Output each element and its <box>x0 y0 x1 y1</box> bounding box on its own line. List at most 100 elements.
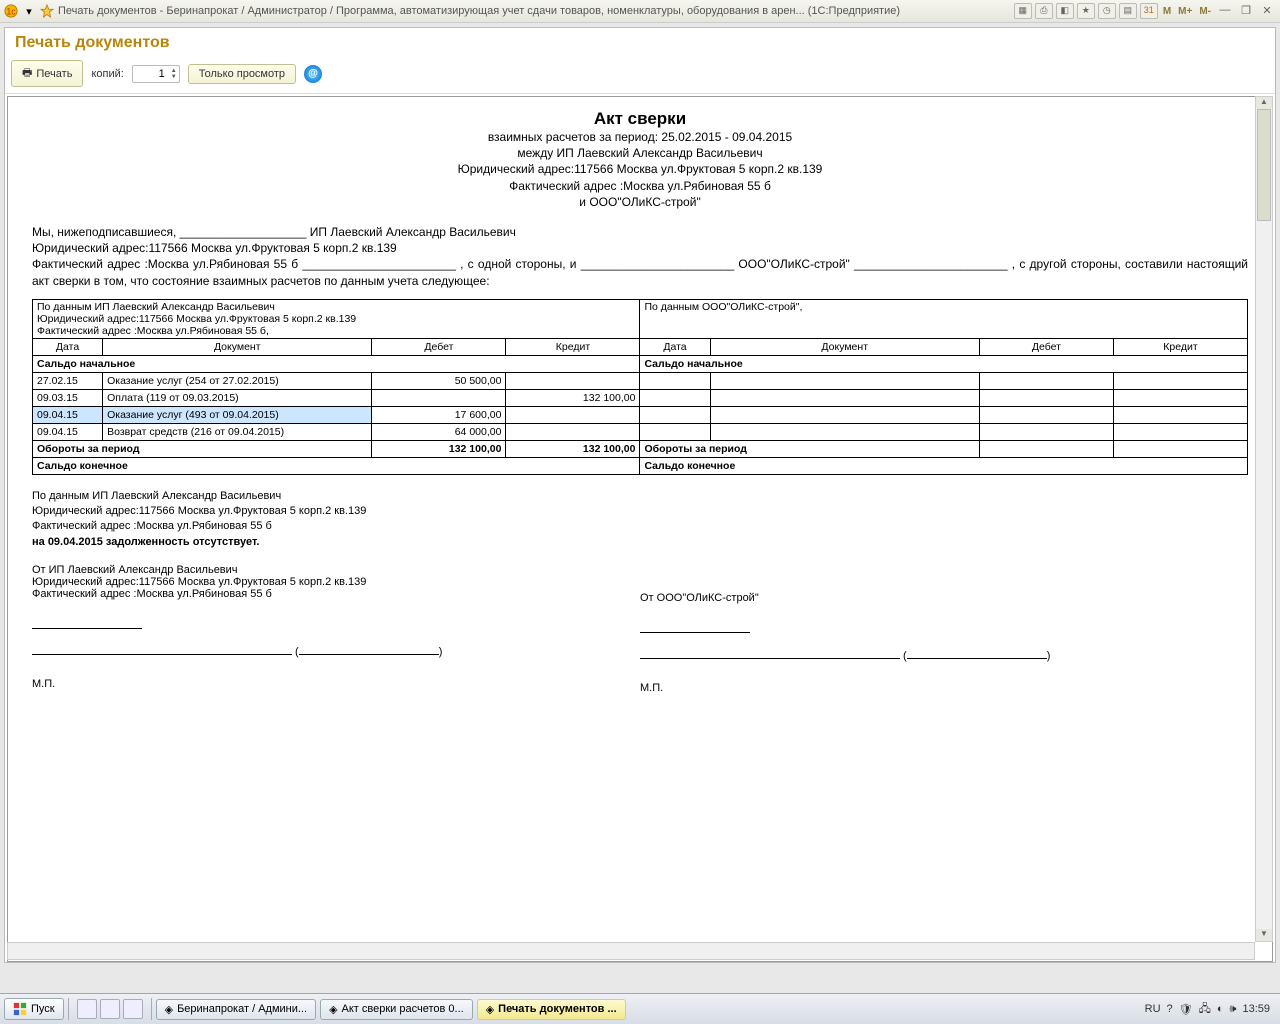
cell-date: 09.03.15 <box>33 389 103 406</box>
tray-icon[interactable]: ◐ <box>1217 1003 1224 1015</box>
app-icon: 1c <box>4 4 18 18</box>
print-button[interactable]: 🖶 Печать <box>11 60 83 87</box>
toolbar-icon-3[interactable]: ◧ <box>1056 3 1074 19</box>
scroll-down-icon[interactable]: ▼ <box>1256 929 1272 941</box>
from-right: От ООО"ОЛиКС-строй" <box>640 592 1248 604</box>
minimize-button[interactable]: — <box>1216 4 1234 18</box>
print-label: Печать <box>36 68 72 80</box>
close-button[interactable]: ✕ <box>1258 4 1276 18</box>
toolbar: 🖶 Печать копий: ▲▼ Только просмотр @ <box>5 58 1275 94</box>
quick-launch-item[interactable] <box>100 999 120 1019</box>
turnover-label-l: Обороты за период <box>33 440 372 457</box>
para-a: Мы, нижеподписавшиеся, _________________… <box>32 224 1248 240</box>
quick-launch-item[interactable] <box>123 999 143 1019</box>
copies-input[interactable] <box>133 66 169 82</box>
foot-1: По данным ИП Лаевский Александр Васильев… <box>32 489 1248 504</box>
cell-debit: 17 600,00 <box>372 406 506 423</box>
toolbar-icon-1[interactable]: ▦ <box>1014 3 1032 19</box>
app-icon-small: ◈ <box>486 1003 494 1016</box>
doc-line-1: взаимных расчетов за период: 25.02.2015 … <box>20 129 1260 145</box>
cell-credit: 132 100,00 <box>506 389 640 406</box>
col-doc-r: Документ <box>710 338 979 355</box>
intro-paragraph: Мы, нижеподписавшиеся, _________________… <box>32 224 1248 289</box>
cell-date: 09.04.15 <box>33 406 103 423</box>
cell-doc: Оплата (119 от 09.03.2015) <box>103 389 372 406</box>
star-icon-2[interactable]: ★ <box>1077 3 1095 19</box>
tray-volume-icon[interactable]: 🕪 <box>1230 1003 1237 1016</box>
tray-network-icon[interactable]: 🖧 <box>1199 1000 1211 1019</box>
cell-doc: Возврат средств (216 от 09.04.2015) <box>103 423 372 440</box>
cell-debit: 50 500,00 <box>372 372 506 389</box>
document-canvas[interactable]: Акт сверки взаимных расчетов за период: … <box>7 96 1273 962</box>
cell-doc: Оказание услуг (493 от 09.04.2015) <box>103 406 372 423</box>
taskbar: Пуск ◈Беринапрокат / Админи... ◈Акт свер… <box>0 993 1280 1024</box>
table-row[interactable]: 09.04.15 Возврат средств (216 от 09.04.2… <box>33 423 1248 440</box>
tray-shield-icon[interactable]: 🛡 <box>1179 1003 1193 1016</box>
scroll-up-icon[interactable]: ▲ <box>1256 97 1272 109</box>
titlebar-actions: ▦ ⎙ ◧ ★ ◷ ▤ 31 M M+ M- — ❐ ✕ <box>1014 3 1276 19</box>
clock[interactable]: 13:59 <box>1242 1003 1270 1015</box>
page-title: Печать документов <box>5 28 1275 58</box>
print-icon[interactable]: ⎙ <box>1035 3 1053 19</box>
horizontal-scrollbar[interactable] <box>7 942 1255 960</box>
foot-4: на 09.04.2015 задолженность отсутствует. <box>32 535 1248 550</box>
window-titlebar: 1c ▾ Печать документов - Беринапрокат / … <box>0 0 1280 23</box>
table-row[interactable]: 27.02.15 Оказание услуг (254 от 27.02.20… <box>33 372 1248 389</box>
col-debit-r: Дебет <box>979 338 1113 355</box>
doc-title: Акт сверки <box>20 109 1260 129</box>
taskbar-item[interactable]: ◈Беринапрокат / Админи... <box>156 999 316 1020</box>
doc-subtitle: взаимных расчетов за период: 25.02.2015 … <box>20 129 1260 210</box>
calc-icon[interactable]: ▤ <box>1119 3 1137 19</box>
doc-line-2: между ИП Лаевский Александр Васильевич <box>20 145 1260 161</box>
windows-icon <box>13 1002 27 1016</box>
vertical-scrollbar[interactable]: ▲ ▼ <box>1255 96 1273 942</box>
taskbar-item[interactable]: ◈Акт сверки расчетов 0... <box>320 999 473 1020</box>
m-button[interactable]: M <box>1161 6 1173 17</box>
app-icon-small: ◈ <box>329 1003 337 1016</box>
separator <box>68 998 69 1020</box>
view-only-button[interactable]: Только просмотр <box>188 64 296 84</box>
col-date-r: Дата <box>640 338 710 355</box>
right-header: По данным ООО"ОЛиКС-строй", <box>640 299 1248 338</box>
table-row-selected[interactable]: 09.04.15 Оказание услуг (493 от 09.04.20… <box>33 406 1248 423</box>
system-tray: RU ? 🛡 🖧 ◐ 🕪 13:59 <box>1145 1000 1276 1019</box>
table-row[interactable]: 09.03.15 Оплата (119 от 09.03.2015) 132 … <box>33 389 1248 406</box>
cell-debit <box>372 389 506 406</box>
stepper-arrows[interactable]: ▲▼ <box>169 68 179 80</box>
from-left-1: От ИП Лаевский Александр Васильевич <box>32 564 640 576</box>
m-plus-button[interactable]: M+ <box>1176 6 1194 17</box>
tray-help-icon[interactable]: ? <box>1167 1003 1173 1015</box>
row-start-balance: Сальдо начальное Сальдо начальное <box>33 355 1248 372</box>
maximize-button[interactable]: ❐ <box>1237 4 1255 18</box>
star-icon[interactable] <box>40 4 54 18</box>
left-header-1: По данным ИП Лаевский Александр Васильев… <box>37 301 635 313</box>
col-debit-l: Дебет <box>372 338 506 355</box>
doc-line-5: и ООО"ОЛиКС-строй" <box>20 194 1260 210</box>
col-credit-r: Кредит <box>1113 338 1247 355</box>
dropdown-icon[interactable]: ▾ <box>22 4 36 18</box>
copies-stepper[interactable]: ▲▼ <box>132 65 180 83</box>
cell-date: 27.02.15 <box>33 372 103 389</box>
signature-row: От ИП Лаевский Александр Васильевич Юрид… <box>32 564 1248 694</box>
svg-text:1c: 1c <box>6 7 16 17</box>
language-indicator[interactable]: RU <box>1145 1003 1161 1015</box>
footer-block: По данным ИП Лаевский Александр Васильев… <box>32 489 1248 551</box>
sign-right: От ООО"ОЛиКС-строй" () М.П. <box>640 564 1248 694</box>
row-end-balance: Сальдо конечное Сальдо конечное <box>33 457 1248 474</box>
m-minus-button[interactable]: M- <box>1197 6 1213 17</box>
turnover-credit: 132 100,00 <box>506 440 640 457</box>
reconciliation-table: По данным ИП Лаевский Александр Васильев… <box>32 299 1248 475</box>
start-button[interactable]: Пуск <box>4 998 64 1020</box>
history-icon[interactable]: ◷ <box>1098 3 1116 19</box>
end-balance-l: Сальдо конечное <box>33 457 640 474</box>
sign-left: От ИП Лаевский Александр Васильевич Юрид… <box>32 564 640 694</box>
calendar-icon[interactable]: 31 <box>1140 3 1158 19</box>
quick-launch-item[interactable] <box>77 999 97 1019</box>
at-icon[interactable]: @ <box>304 65 322 83</box>
scroll-thumb[interactable] <box>1257 109 1271 221</box>
cell-doc: Оказание услуг (254 от 27.02.2015) <box>103 372 372 389</box>
taskbar-item-active[interactable]: ◈Печать документов ... <box>477 999 626 1020</box>
cell-date: 09.04.15 <box>33 423 103 440</box>
view-only-label: Только просмотр <box>199 68 285 80</box>
para-c: Фактический адрес :Москва ул.Рябиновая 5… <box>32 256 1248 288</box>
